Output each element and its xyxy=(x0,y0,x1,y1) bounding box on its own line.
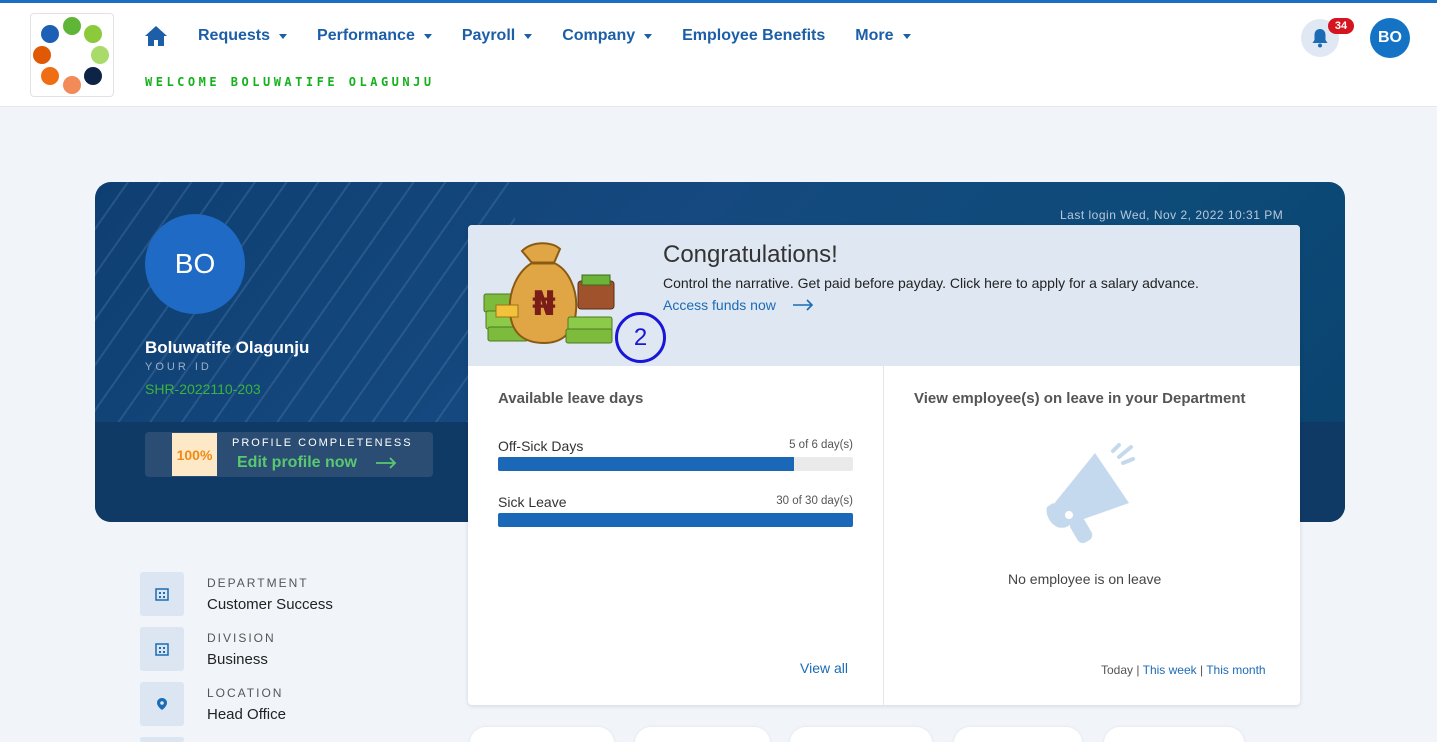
nav-payroll-label: Payroll xyxy=(461,27,516,44)
promo-title: Congratulations! xyxy=(663,241,838,268)
nav-requests-label: Requests xyxy=(198,27,271,44)
nav-more-label: More xyxy=(855,27,894,44)
salary-advance-promo[interactable]: ₦ Congratulations! Control the narrative… xyxy=(468,225,1300,366)
nav-payroll[interactable]: Payroll xyxy=(461,27,533,45)
chevron-down-icon xyxy=(423,33,432,39)
user-avatar-menu[interactable]: BO xyxy=(1370,18,1410,58)
building-icon xyxy=(140,572,184,616)
quick-card[interactable] xyxy=(954,727,1082,742)
nav-employee-benefits-label: Employee Benefits xyxy=(682,27,826,44)
period-today[interactable]: Today xyxy=(1101,663,1133,677)
profile-id-value: SHR-2022110-203 xyxy=(145,381,261,397)
money-bag-icon: ₦ xyxy=(483,242,615,345)
promo-text: Control the narrative. Get paid before p… xyxy=(663,275,1199,291)
quick-card[interactable] xyxy=(635,727,770,742)
building-icon xyxy=(140,627,184,671)
chevron-down-icon xyxy=(279,33,288,39)
edit-profile-link[interactable]: Edit profile now xyxy=(237,454,397,472)
period-this-month[interactable]: This month xyxy=(1206,663,1265,677)
view-all-link[interactable]: View all xyxy=(800,660,848,676)
info-label: LOCATION xyxy=(207,686,284,700)
profile-name: Boluwatife Olagunju xyxy=(145,338,310,357)
nav-more[interactable]: More xyxy=(855,27,911,45)
top-header: Requests Performance Payroll Company Emp… xyxy=(0,3,1437,107)
quick-card[interactable] xyxy=(1104,727,1244,742)
home-icon[interactable] xyxy=(144,25,168,47)
leave-progress-fill xyxy=(498,513,853,527)
department-leave-title: View employee(s) on leave in your Depart… xyxy=(914,390,1246,407)
arrow-right-icon xyxy=(792,299,813,311)
period-this-week[interactable]: This week xyxy=(1143,663,1197,677)
location-pin-icon xyxy=(140,682,184,726)
quick-card[interactable] xyxy=(790,727,932,742)
chevron-down-icon xyxy=(644,33,653,39)
company-logo[interactable] xyxy=(30,13,114,97)
access-funds-link[interactable]: Access funds now xyxy=(663,297,814,313)
completeness-percent: 100% xyxy=(172,433,217,476)
leave-progress-bar xyxy=(498,457,853,471)
nav-company[interactable]: Company xyxy=(562,27,653,45)
nav-employee-benefits[interactable]: Employee Benefits xyxy=(682,27,825,45)
leave-count: 5 of 6 day(s) xyxy=(789,439,853,451)
profile-avatar: BO xyxy=(145,214,245,314)
info-division: DIVISION Business xyxy=(140,627,440,671)
chevron-down-icon xyxy=(524,33,533,39)
main-nav: Requests Performance Payroll Company Emp… xyxy=(144,23,941,49)
leave-item-sick-leave: Sick Leave 30 of 30 day(s) xyxy=(498,494,853,527)
info-value: Head Office xyxy=(207,706,286,723)
period-filter: Today | This week | This month xyxy=(1101,663,1266,677)
notification-count-badge: 34 xyxy=(1328,18,1354,34)
info-value: Business xyxy=(207,651,268,668)
completeness-label: PROFILE COMPLETENESS xyxy=(232,437,413,449)
nav-requests[interactable]: Requests xyxy=(198,27,288,45)
naira-symbol: ₦ xyxy=(532,284,556,324)
leave-item-off-sick: Off-Sick Days 5 of 6 day(s) xyxy=(498,438,853,471)
nav-performance-label: Performance xyxy=(317,27,415,44)
info-label: DEPARTMENT xyxy=(207,576,309,590)
profile-completeness-card[interactable]: 100% PROFILE COMPLETENESS Edit profile n… xyxy=(145,432,433,477)
leave-progress-fill xyxy=(498,457,794,471)
quick-card[interactable] xyxy=(470,727,614,742)
leave-days-title: Available leave days xyxy=(498,390,644,407)
step-marker: 2 xyxy=(615,312,666,363)
bell-icon xyxy=(1312,29,1328,48)
dashboard-card: ₦ Congratulations! Control the narrative… xyxy=(468,225,1300,705)
info-label: DIVISION xyxy=(207,631,276,645)
info-next-icon xyxy=(140,737,184,742)
edit-profile-label: Edit profile now xyxy=(237,454,357,471)
column-divider xyxy=(883,366,884,705)
info-department: DEPARTMENT Customer Success xyxy=(140,572,440,616)
info-value: Customer Success xyxy=(207,596,333,613)
chevron-down-icon xyxy=(902,33,911,39)
last-login-text: Last login Wed, Nov 2, 2022 10:31 PM xyxy=(1060,208,1284,222)
info-location: LOCATION Head Office xyxy=(140,682,440,726)
leave-progress-bar xyxy=(498,513,853,527)
no-employee-text: No employee is on leave xyxy=(1008,571,1162,587)
megaphone-icon xyxy=(1046,443,1135,544)
access-funds-label: Access funds now xyxy=(663,297,776,313)
leave-count: 30 of 30 day(s) xyxy=(776,495,853,507)
nav-performance[interactable]: Performance xyxy=(317,27,432,45)
nav-company-label: Company xyxy=(562,27,636,44)
welcome-message: WELCOME BOLUWATIFE OLAGUNJU xyxy=(145,75,435,89)
profile-id-label: YOUR ID xyxy=(145,361,212,373)
arrow-right-icon xyxy=(376,457,397,469)
